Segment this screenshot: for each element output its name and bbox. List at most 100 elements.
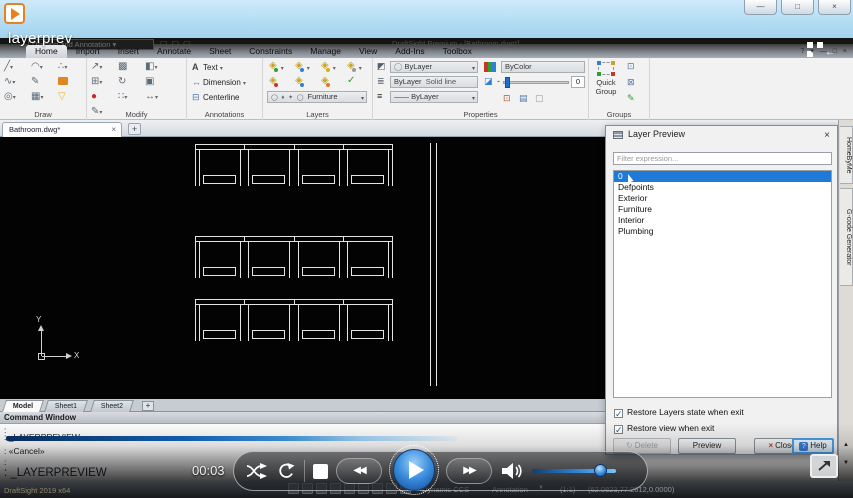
- titlebar-mini-controls[interactable]: ? ▾ — □ ×: [800, 47, 849, 55]
- layer-states-check-icon[interactable]: ✓: [347, 75, 355, 87]
- draw-ellipse-icon[interactable]: ✎: [31, 75, 58, 90]
- volume-slider[interactable]: [532, 464, 622, 478]
- draw-spline-icon[interactable]: ∿▾: [4, 75, 31, 90]
- layer-tool-icon[interactable]: ◈▾: [347, 60, 355, 72]
- ribbon-tab-manage[interactable]: Manage: [301, 45, 350, 58]
- layer-item-exterior[interactable]: Exterior: [614, 193, 831, 204]
- ribbon-tab-constraints[interactable]: Constraints: [240, 45, 301, 58]
- draw-hatch-icon[interactable]: ▦▾: [31, 90, 58, 105]
- centerline-tool[interactable]: ⊟Centerline: [192, 91, 239, 104]
- dialog-title-bar[interactable]: Layer Preview ×: [606, 126, 837, 143]
- chevron-down-icon: ▾: [472, 94, 475, 104]
- scroll-down-icon[interactable]: ▼: [843, 460, 849, 466]
- modify-scale-icon[interactable]: ↔▾: [145, 90, 172, 105]
- layer-tool-icon[interactable]: ◈: [295, 75, 303, 87]
- modify-stretch-icon[interactable]: ⊞▾: [91, 75, 118, 90]
- document-tab-bathroom[interactable]: Bathroom.dwg* ×: [2, 122, 122, 137]
- filter-expression-input[interactable]: [613, 152, 832, 165]
- stop-button[interactable]: [313, 464, 328, 479]
- checkbox-checked-icon[interactable]: ✓: [614, 425, 623, 434]
- dimension-tool[interactable]: ↔Dimension ▾: [192, 76, 246, 90]
- line-style-dropdown[interactable]: ByLayer Solid line: [390, 76, 478, 88]
- sheet-tab-sheet2[interactable]: Sheet2: [90, 400, 134, 412]
- fullscreen-button[interactable]: [810, 454, 838, 478]
- active-layer-dropdown[interactable]: ◯ ♦ ✦ ◯Furniture ▾: [267, 91, 367, 103]
- modify-move-icon[interactable]: ↗▾: [91, 60, 118, 75]
- quick-group-button[interactable]: Quick Group: [589, 78, 623, 96]
- help-button[interactable]: ?Help: [792, 438, 834, 454]
- new-document-tab-button[interactable]: +: [128, 123, 141, 135]
- layer-item-furniture[interactable]: Furniture: [614, 204, 831, 215]
- preview-button[interactable]: Preview: [678, 438, 736, 454]
- ribbon-tab-sheet[interactable]: Sheet: [200, 45, 240, 58]
- transparency-value[interactable]: 0: [571, 76, 585, 88]
- dialog-close-icon[interactable]: ×: [824, 128, 830, 144]
- group-icon[interactable]: ⊡: [627, 61, 635, 72]
- modify-erase-icon[interactable]: ◧▾: [145, 60, 172, 75]
- window-minimize-button[interactable]: —: [744, 0, 777, 15]
- transparency-slider-knob[interactable]: [505, 77, 510, 88]
- window-close-button[interactable]: ×: [818, 0, 851, 15]
- ungroup-icon[interactable]: ⊠: [627, 77, 635, 88]
- video-progress-bar[interactable]: [6, 436, 458, 441]
- sheet-tab-sheet1[interactable]: Sheet1: [44, 400, 88, 412]
- modify-array-icon[interactable]: ∷▾: [118, 90, 145, 105]
- side-tab-gcode-generator[interactable]: G-code Generator: [840, 188, 853, 286]
- properties-window-icon[interactable]: ▤: [519, 93, 528, 104]
- rewind-button[interactable]: ◀◀: [336, 458, 382, 484]
- layer-tool-icon[interactable]: ◈▾: [321, 60, 329, 72]
- player-logo-icon[interactable]: [4, 3, 25, 24]
- ribbon-tab-annotate[interactable]: Annotate: [148, 45, 200, 58]
- modify-explode-icon[interactable]: ●: [91, 90, 118, 105]
- ribbon-tab-toolbox[interactable]: Toolbox: [434, 45, 481, 58]
- volume-knob[interactable]: [594, 464, 607, 477]
- new-sheet-tab-button[interactable]: +: [142, 401, 154, 411]
- repeat-icon[interactable]: [276, 463, 296, 480]
- ribbon-tab-import[interactable]: Import: [67, 45, 109, 58]
- layer-tool-icon[interactable]: ◈: [269, 75, 277, 87]
- checkbox-checked-icon[interactable]: ✓: [614, 409, 623, 418]
- layer-item-defpoints[interactable]: Defpoints: [614, 182, 831, 193]
- layer-item-interior[interactable]: Interior: [614, 215, 831, 226]
- restore-view-checkbox[interactable]: ✓Restore view when exit: [614, 423, 714, 434]
- draw-circle-icon[interactable]: ◎▾: [4, 90, 31, 105]
- layer-item-plumbing[interactable]: Plumbing: [614, 226, 831, 237]
- play-button[interactable]: [393, 449, 435, 491]
- edit-group-icon[interactable]: ✎: [627, 93, 635, 104]
- layer-item-0[interactable]: 0: [614, 171, 831, 182]
- modify-pattern-icon[interactable]: ▩: [118, 60, 145, 75]
- layer-tool-icon[interactable]: ◈▾: [295, 60, 303, 72]
- modify-rotate-icon[interactable]: ↻: [118, 75, 145, 90]
- ribbon-tab-view[interactable]: View: [350, 45, 386, 58]
- restore-layers-checkbox[interactable]: ✓Restore Layers state when exit: [614, 407, 744, 418]
- scroll-up-icon[interactable]: ▲: [843, 442, 849, 448]
- line-weight-dropdown[interactable]: —— ByLayer▾: [390, 91, 478, 103]
- transparency-minus[interactable]: -: [497, 76, 500, 87]
- transparency-slider[interactable]: [503, 81, 569, 84]
- active-command-line[interactable]: : _LAYERPREVIEW: [4, 467, 107, 479]
- layer-tool-icon[interactable]: ◈: [321, 75, 329, 87]
- line-color-dropdown[interactable]: ◯ ByLayer▾: [390, 61, 478, 73]
- draw-point-icon[interactable]: ∴▾: [58, 60, 85, 75]
- layer-badge-icon: [300, 83, 304, 87]
- match-properties-icon[interactable]: ⊡: [503, 93, 511, 104]
- ribbon-tab-insert[interactable]: Insert: [109, 45, 148, 58]
- document-tab-close-icon[interactable]: ×: [111, 123, 116, 136]
- document-properties-icon[interactable]: ▢: [535, 93, 544, 104]
- window-maximize-button[interactable]: □: [781, 0, 814, 15]
- sheet-tab-model[interactable]: Model: [2, 400, 44, 412]
- draw-line-icon[interactable]: ╱▾: [4, 60, 31, 75]
- text-tool[interactable]: AText ▾: [192, 61, 223, 75]
- forward-button[interactable]: ▶▶: [446, 458, 492, 484]
- hatch-color-dropdown[interactable]: ByColor: [501, 61, 585, 73]
- side-tab-homebyme[interactable]: HomeByMe: [840, 126, 853, 184]
- shuffle-icon[interactable]: [246, 463, 268, 479]
- modify-trim-icon[interactable]: ▣: [145, 75, 172, 90]
- layer-tool-icon[interactable]: ◈▾: [269, 60, 277, 72]
- draw-rectangle-icon[interactable]: [58, 75, 85, 90]
- volume-icon[interactable]: [500, 462, 524, 480]
- draw-arc-icon[interactable]: ◠▾: [31, 60, 58, 75]
- ribbon-tab-add-ins[interactable]: Add-Ins: [386, 45, 433, 58]
- draw-polygon-icon[interactable]: ▽: [58, 90, 85, 105]
- hatch-color-icon: [484, 62, 496, 72]
